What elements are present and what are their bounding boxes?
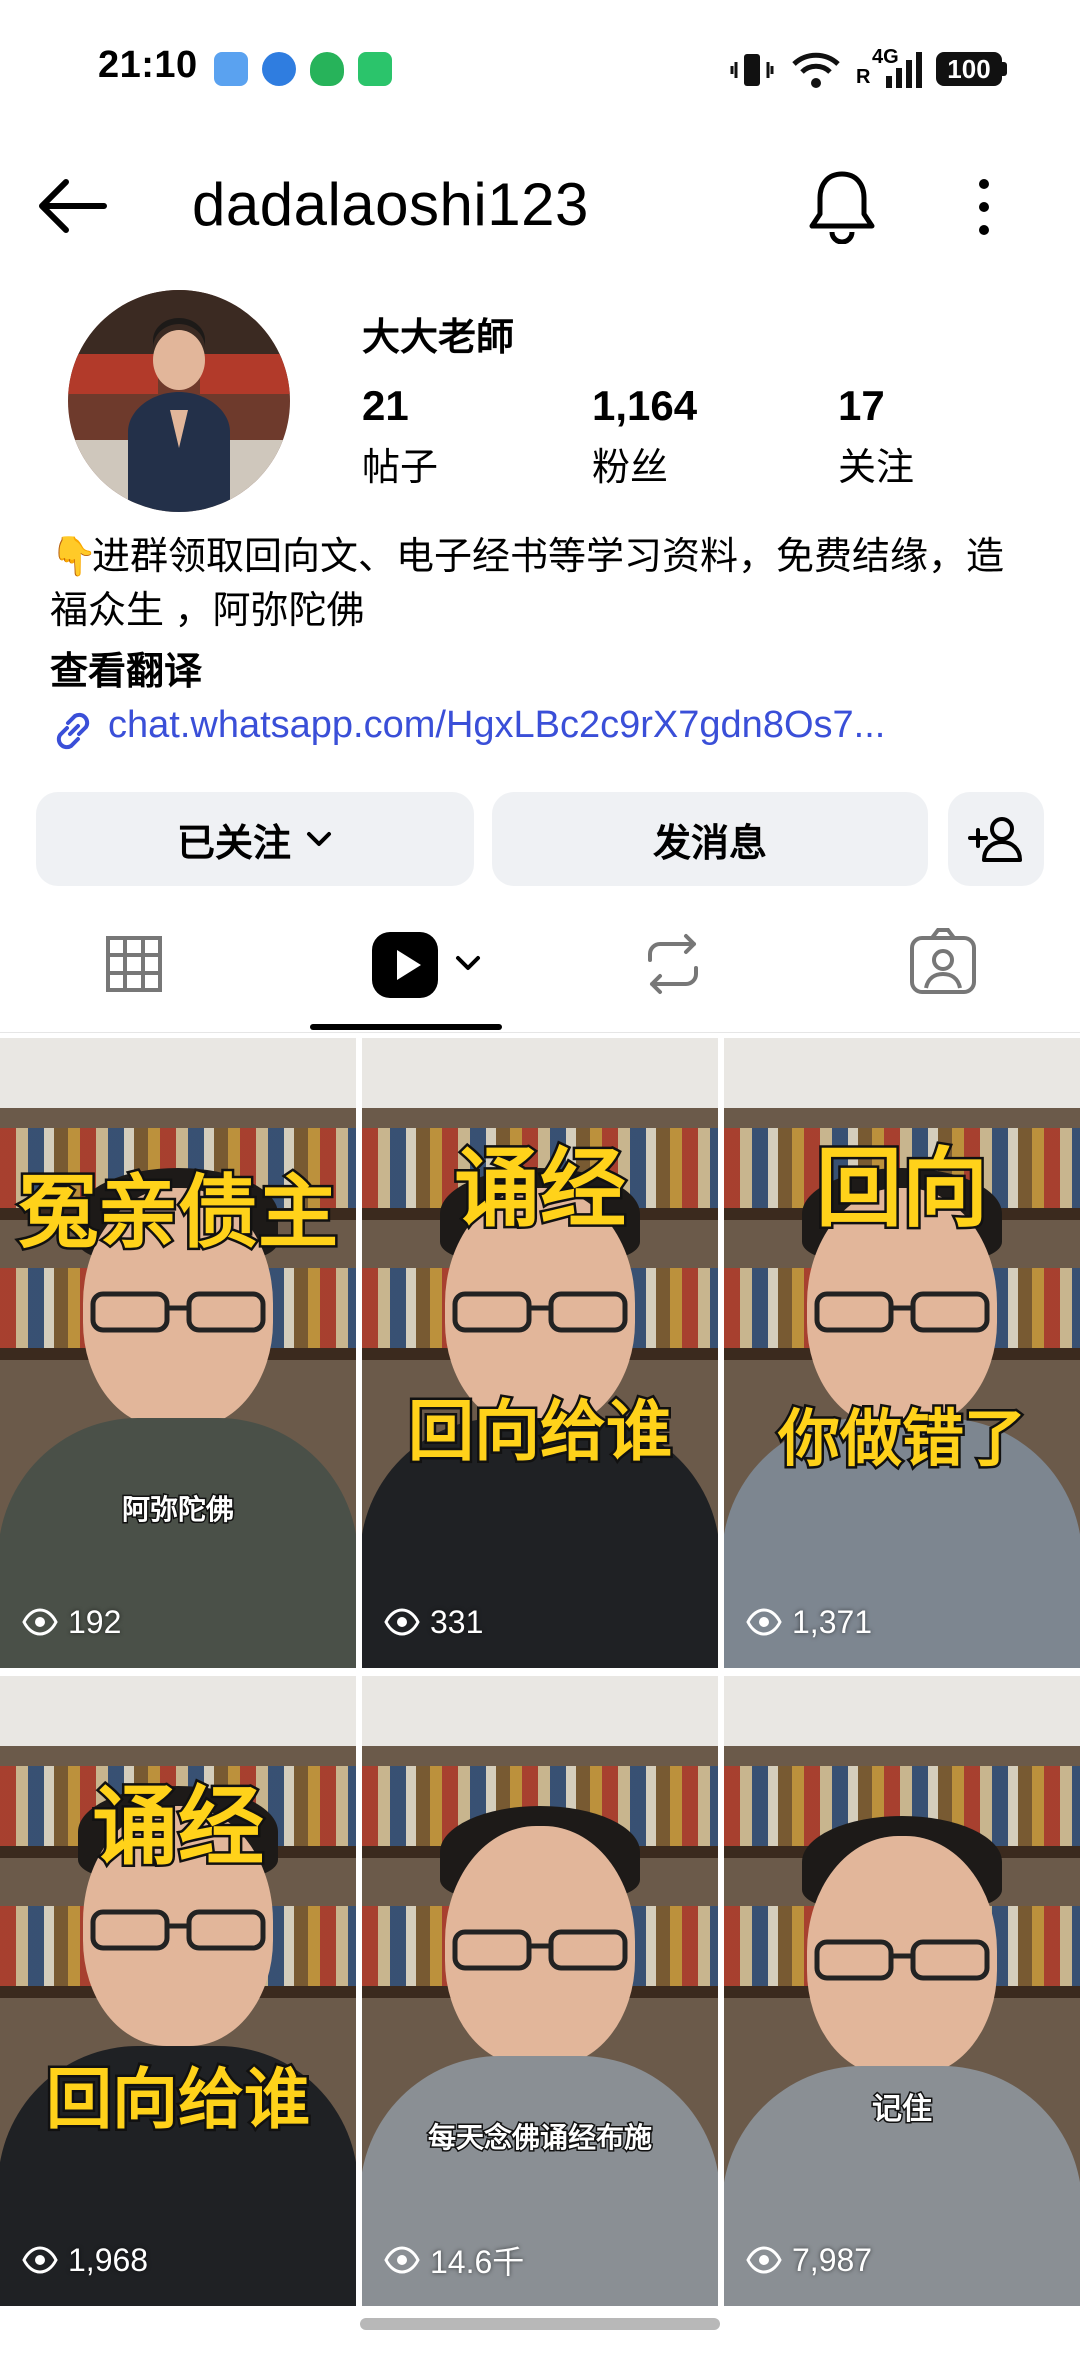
tagged-icon[interactable] [908, 916, 978, 1012]
roaming-indicator: R [856, 66, 871, 88]
stat-following-label: 关注 [838, 447, 915, 489]
add-user-button[interactable] [948, 792, 1044, 886]
reel-view-count: 1,371 [746, 1602, 872, 1642]
profile-link-text[interactable]: chat.whatsapp.com/HgxLBc2c9rX7gdn8Os7... [108, 704, 1080, 747]
stat-posts-label: 帖子 [362, 447, 439, 489]
see-translation-link[interactable]: 查看翻译 [50, 640, 202, 695]
reel-views-value: 1,968 [68, 2241, 149, 2278]
reel-views-value: 192 [68, 1603, 122, 1640]
more-options-icon[interactable] [965, 174, 1003, 240]
status-bar: 21:10 R 4G 100 [0, 0, 1080, 140]
reel-caption-small: 记住 [871, 2092, 934, 2128]
weather-app-icon [214, 52, 248, 86]
profile-link[interactable]: chat.whatsapp.com/HgxLBc2c9rX7gdn8Os7... [48, 700, 1038, 756]
reels-icon[interactable] [370, 916, 490, 1012]
reel-view-count: 7,987 [746, 2240, 872, 2280]
reel-views-value: 1,371 [792, 1603, 873, 1640]
reel-caption-bottom: 回向给谁 [406, 1390, 675, 1473]
gesture-nav-handle[interactable] [360, 2318, 720, 2330]
eye-icon [22, 2246, 58, 2274]
security-app-icon [310, 52, 344, 86]
stat-posts-value: 21 [362, 382, 409, 429]
signal-icon [886, 52, 922, 88]
stat-followers[interactable]: 1,164 粉丝 [592, 382, 697, 491]
message-button[interactable]: 发消息 [492, 792, 928, 886]
reel-tile[interactable]: 回向 你做错了 1,371 [724, 1038, 1080, 1668]
reel-view-count: 1,968 [22, 2240, 148, 2280]
reel-tile[interactable]: 记住 7,987 [724, 1676, 1080, 2306]
reel-caption-top: 诵经 [90, 1774, 267, 1880]
reel-tile[interactable]: 诵经 回向给谁 1,968 [0, 1676, 356, 2306]
reel-view-count: 331 [384, 1602, 483, 1642]
profile-username: dadalaoshi123 [192, 171, 589, 238]
reels-grid: 冤亲债主 阿弥陀佛 192 诵经 回向给谁 331 回向 你做错了 1,371 … [0, 1038, 1080, 2308]
reel-caption-small: 阿弥陀佛 [120, 1493, 235, 1527]
reel-caption-bottom: 回向给谁 [44, 2058, 313, 2141]
reel-tile[interactable]: 冤亲债主 阿弥陀佛 192 [0, 1038, 356, 1668]
wifi-icon [792, 52, 840, 88]
battery-icon: 100 [936, 52, 1002, 86]
stat-following[interactable]: 17 关注 [838, 382, 914, 491]
grid-icon[interactable] [104, 916, 164, 1012]
profile-tabs [0, 900, 1080, 1033]
profile-display-name: 大大老師 [362, 317, 515, 359]
reel-views-value: 331 [430, 1603, 484, 1640]
status-time: 21:10 [98, 44, 198, 86]
reel-view-count: 14.6千 [384, 2240, 524, 2280]
reel-view-count: 192 [22, 1602, 121, 1642]
stat-followers-value: 1,164 [592, 382, 698, 429]
avatar-photo [68, 290, 290, 512]
stat-followers-label: 粉丝 [592, 447, 669, 489]
reel-views-value: 14.6千 [430, 2244, 525, 2280]
browser-app-icon [262, 52, 296, 86]
stat-posts[interactable]: 21 帖子 [362, 382, 438, 491]
reel-tile[interactable]: 每天念佛诵经布施 14.6千 [362, 1676, 718, 2306]
repost-icon[interactable] [642, 916, 704, 1012]
eye-icon [746, 1608, 782, 1636]
eye-icon [746, 2246, 782, 2274]
reel-caption-top: 冤亲债主 [16, 1163, 341, 1262]
reel-caption-top: 回向 [814, 1136, 991, 1242]
reel-tile[interactable]: 诵经 回向给谁 331 [362, 1038, 718, 1668]
active-tab-indicator [310, 1024, 502, 1030]
reel-caption-top: 诵经 [452, 1136, 629, 1242]
following-button[interactable]: 已关注 [36, 792, 474, 886]
add-user-icon [968, 817, 1022, 862]
battery-tip [1002, 62, 1007, 76]
eye-icon [384, 2246, 420, 2274]
eye-icon [384, 1608, 420, 1636]
top-bar: dadalaoshi123 [0, 140, 1080, 270]
profile-bio: 👇进群领取回向文、电子经书等学习资料，免费结缘，造福众生 ，阿弥陀佛 [50, 530, 1040, 638]
back-arrow-icon[interactable] [34, 174, 110, 238]
chevron-down-icon [307, 832, 331, 846]
stat-following-value: 17 [838, 382, 885, 429]
profile-avatar[interactable] [68, 290, 290, 512]
battery-app-icon [358, 52, 392, 86]
vibrate-icon [730, 54, 774, 86]
battery-level: 100 [947, 53, 991, 84]
following-button-label: 已关注 [176, 822, 291, 865]
bell-icon[interactable] [806, 166, 878, 244]
bio-text: 进群领取回向文、电子经书等学习资料，免费结缘，造福众生 ，阿弥陀佛 [50, 536, 1005, 632]
pointing-down-icon: 👇 [50, 536, 98, 578]
message-button-label: 发消息 [652, 822, 767, 865]
eye-icon [22, 1608, 58, 1636]
reel-caption-bottom: 你做错了 [775, 1400, 1028, 1478]
reel-caption-small: 每天念佛诵经布施 [426, 2121, 653, 2155]
link-icon [56, 712, 90, 750]
reel-views-value: 7,987 [792, 2241, 873, 2278]
